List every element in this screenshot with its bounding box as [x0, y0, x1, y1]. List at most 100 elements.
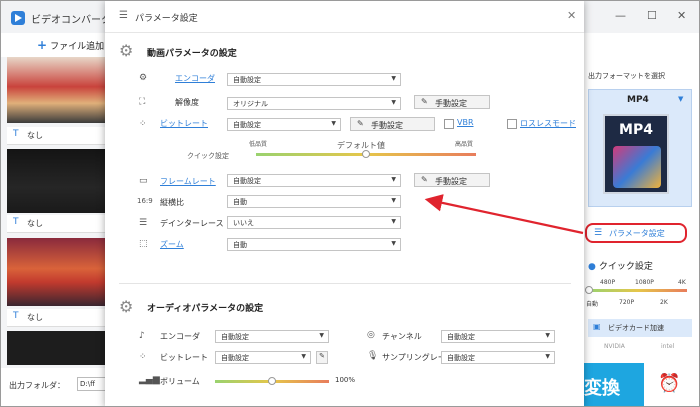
gpu-acceleration-toggle[interactable]: ▣ ビデオカード加速	[588, 319, 692, 337]
convert-button[interactable]: 変換	[584, 363, 644, 406]
chevron-down-icon: ▼	[391, 75, 396, 82]
framerate-icon: ▭	[139, 176, 148, 186]
audio-bitrate-value: 自動設定	[221, 354, 249, 362]
audio-bitrate-dropdown[interactable]: 自動設定 ▼	[215, 351, 311, 364]
aspect-ratio-value: 自動	[233, 198, 247, 206]
close-app-icon[interactable]: ✕	[677, 9, 686, 22]
subtitle-bar-1[interactable]: T なし	[7, 127, 105, 145]
resolution-manual-button[interactable]: ✎ 手動設定	[414, 95, 490, 109]
deinterlace-value: いいえ	[233, 219, 254, 227]
nvidia-logo: NVIDIA	[604, 343, 625, 350]
samplerate-dropdown[interactable]: 自動設定 ▼	[441, 351, 555, 364]
chevron-down-icon: ▼	[331, 120, 336, 127]
parameter-settings-dialog: ☰ パラメータ設定 ✕ ⚙ 動画パラメータの設定 ⚙ エンコーダ 自動設定 ▼ ⛶…	[105, 1, 584, 406]
encoder-icon: ⚙	[139, 73, 148, 83]
video-thumbnail-4[interactable]	[7, 331, 105, 365]
quality-slider-knob[interactable]	[362, 150, 370, 158]
resolution-label: 解像度	[175, 98, 199, 107]
zoom-dropdown[interactable]: 自動 ▼	[227, 238, 401, 251]
bitrate-manual-button[interactable]: ✎ 手動設定	[350, 117, 435, 131]
output-format-label: 出力フォーマットを選択	[588, 72, 665, 80]
maximize-icon[interactable]: ☐	[647, 9, 657, 22]
text-icon: T	[13, 217, 19, 227]
quick-level-2k: 2K	[660, 299, 668, 306]
sliders-icon: ☰	[594, 228, 603, 238]
video-bitrate-dropdown[interactable]: 自動設定 ▼	[227, 118, 341, 131]
channel-label: チャンネル	[382, 332, 422, 341]
chevron-down-icon: ▼	[391, 218, 396, 225]
quick-level-480p: 480P	[600, 279, 616, 286]
aspect-ratio-label: 縦横比	[160, 198, 184, 207]
framerate-label[interactable]: フレームレート	[160, 176, 216, 187]
speaker-icon: ♪	[139, 331, 145, 341]
resolution-dropdown[interactable]: オリジナル ▼	[227, 97, 401, 110]
volume-slider-knob[interactable]	[268, 377, 276, 385]
audio-encoder-label: エンコーダ	[160, 332, 200, 341]
channel-value: 自動設定	[447, 333, 475, 341]
subtitle-bar-2[interactable]: T なし	[7, 215, 105, 233]
chevron-down-icon: ▼	[545, 332, 550, 339]
dialog-title: パラメータ設定	[135, 14, 198, 24]
output-folder-bar: 出力フォルダ： D:\ff	[1, 368, 107, 406]
pencil-icon: ✎	[357, 119, 364, 128]
quick-level-auto: 自動	[586, 301, 599, 308]
high-quality-label: 高品質	[455, 141, 474, 148]
video-thumbnail-2[interactable]	[7, 149, 105, 213]
chevron-down-icon: ▼	[301, 353, 306, 360]
video-bitrate-label[interactable]: ビットレート	[160, 118, 208, 129]
video-thumbnail-3[interactable]	[7, 238, 105, 306]
channel-dropdown[interactable]: 自動設定 ▼	[441, 330, 555, 343]
vbr-checkbox[interactable]	[444, 119, 454, 129]
chevron-down-icon: ▼	[319, 332, 324, 339]
manual-label: 手動設定	[435, 177, 467, 186]
video-bitrate-value: 自動設定	[233, 121, 261, 129]
quick-level-4k: 4K	[678, 279, 686, 286]
add-files-button[interactable]: + ファイル追加	[37, 38, 104, 52]
text-icon: T	[13, 311, 19, 321]
aspect-ratio-dropdown[interactable]: 自動 ▼	[227, 195, 401, 208]
framerate-manual-button[interactable]: ✎ 手動設定	[414, 173, 490, 187]
output-folder-input[interactable]: D:\ff	[77, 377, 107, 391]
framerate-value: 自動設定	[233, 177, 261, 185]
subtitle-bar-3[interactable]: T なし	[7, 309, 105, 327]
minimize-icon[interactable]: —	[615, 9, 626, 22]
audio-bitrate-edit-button[interactable]: ✎	[316, 351, 328, 364]
mp4-icon-text: MP4	[619, 122, 653, 138]
app-window: ビデオコンバータ — ☐ ✕ + ファイル追加 T なし T なし T なし 出力フォル…	[0, 0, 700, 407]
quick-settings-track[interactable]	[589, 289, 687, 292]
manual-label: 手動設定	[371, 121, 403, 130]
pencil-icon: ✎	[421, 97, 428, 106]
chevron-down-icon: ▼	[391, 240, 396, 247]
dialog-close-icon[interactable]: ✕	[567, 9, 576, 22]
video-encoder-label[interactable]: エンコーダ	[175, 73, 215, 84]
zoom-icon: ⬚	[139, 239, 148, 249]
audio-encoder-dropdown[interactable]: 自動設定 ▼	[215, 330, 329, 343]
framerate-dropdown[interactable]: 自動設定 ▼	[227, 174, 401, 187]
deinterlace-dropdown[interactable]: いいえ ▼	[227, 216, 401, 229]
subtitle-label: なし	[27, 131, 43, 140]
zoom-label[interactable]: ズーム	[160, 239, 184, 250]
lossless-mode-label[interactable]: ロスレスモード	[520, 118, 576, 129]
lossless-checkbox[interactable]	[507, 119, 517, 129]
mp4-format-icon[interactable]: MP4	[603, 114, 669, 194]
video-section-heading: 動画パラメータの設定	[147, 49, 237, 59]
format-dropdown-icon[interactable]: ▼	[678, 95, 683, 103]
video-settings-icon: ⚙	[119, 41, 134, 60]
audio-section-heading: オーディオパラメータの設定	[147, 304, 264, 314]
quick-settings-knob[interactable]	[585, 286, 593, 294]
convert-label: 変換	[584, 378, 620, 399]
chevron-down-icon: ▼	[391, 176, 396, 183]
alarm-clock-icon[interactable]: ⏰	[658, 373, 680, 394]
vbr-label[interactable]: VBR	[457, 118, 474, 127]
channel-icon: ◎	[367, 330, 375, 340]
microphone-icon: 🎙	[367, 351, 379, 361]
quick-level-1080p: 1080P	[635, 279, 654, 286]
gpu-acceleration-label: ビデオカード加速	[608, 324, 664, 332]
deinterlace-icon: ☰	[139, 218, 148, 228]
pencil-icon: ✎	[319, 352, 325, 360]
video-encoder-dropdown[interactable]: 自動設定 ▼	[227, 73, 401, 86]
video-thumbnail-1[interactable]	[7, 57, 105, 123]
quick-level-720p: 720P	[619, 299, 635, 306]
parameter-settings-button[interactable]: ☰ パラメータ設定	[585, 223, 687, 243]
samplerate-value: 自動設定	[447, 354, 475, 362]
